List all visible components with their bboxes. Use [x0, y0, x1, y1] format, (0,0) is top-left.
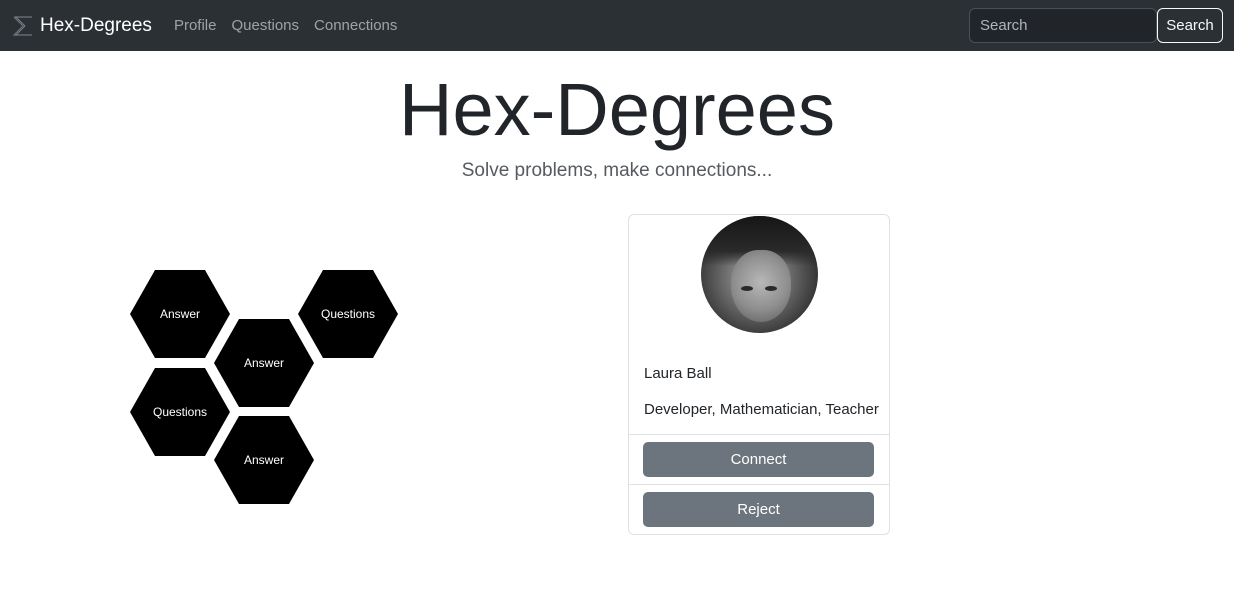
hex-answer-2[interactable]: Answer: [214, 319, 314, 407]
nav-link-connections[interactable]: Connections: [314, 17, 397, 34]
card-divider: [629, 484, 889, 485]
search-input[interactable]: [969, 8, 1157, 43]
hex-answer-3[interactable]: Answer: [214, 416, 314, 504]
nav-links: Profile Questions Connections: [174, 17, 412, 34]
page-subtitle: Solve problems, make connections...: [461, 160, 773, 181]
brand-link[interactable]: Hex-Degrees: [11, 14, 152, 38]
profile-card: Laura Ball Developer, Mathematician, Tea…: [628, 214, 890, 535]
hex-questions-2[interactable]: Questions: [130, 368, 230, 456]
sigma-icon: [12, 15, 32, 36]
card-divider: [629, 434, 889, 435]
brand-name: Hex-Degrees: [40, 14, 152, 36]
navbar: Hex-Degrees Profile Questions Connection…: [0, 0, 1234, 51]
search-button[interactable]: Search: [1157, 8, 1223, 43]
profile-name: Laura Ball: [644, 365, 712, 382]
profile-roles: Developer, Mathematician, Teacher: [644, 401, 879, 418]
connect-button[interactable]: Connect: [643, 442, 874, 477]
page-title: Hex-Degrees: [399, 68, 835, 151]
nav-link-profile[interactable]: Profile: [174, 17, 217, 34]
reject-button[interactable]: Reject: [643, 492, 874, 527]
avatar: [701, 216, 818, 333]
nav-link-questions[interactable]: Questions: [231, 17, 299, 34]
hex-answer-1[interactable]: Answer: [130, 270, 230, 358]
hex-questions-1[interactable]: Questions: [298, 270, 398, 358]
